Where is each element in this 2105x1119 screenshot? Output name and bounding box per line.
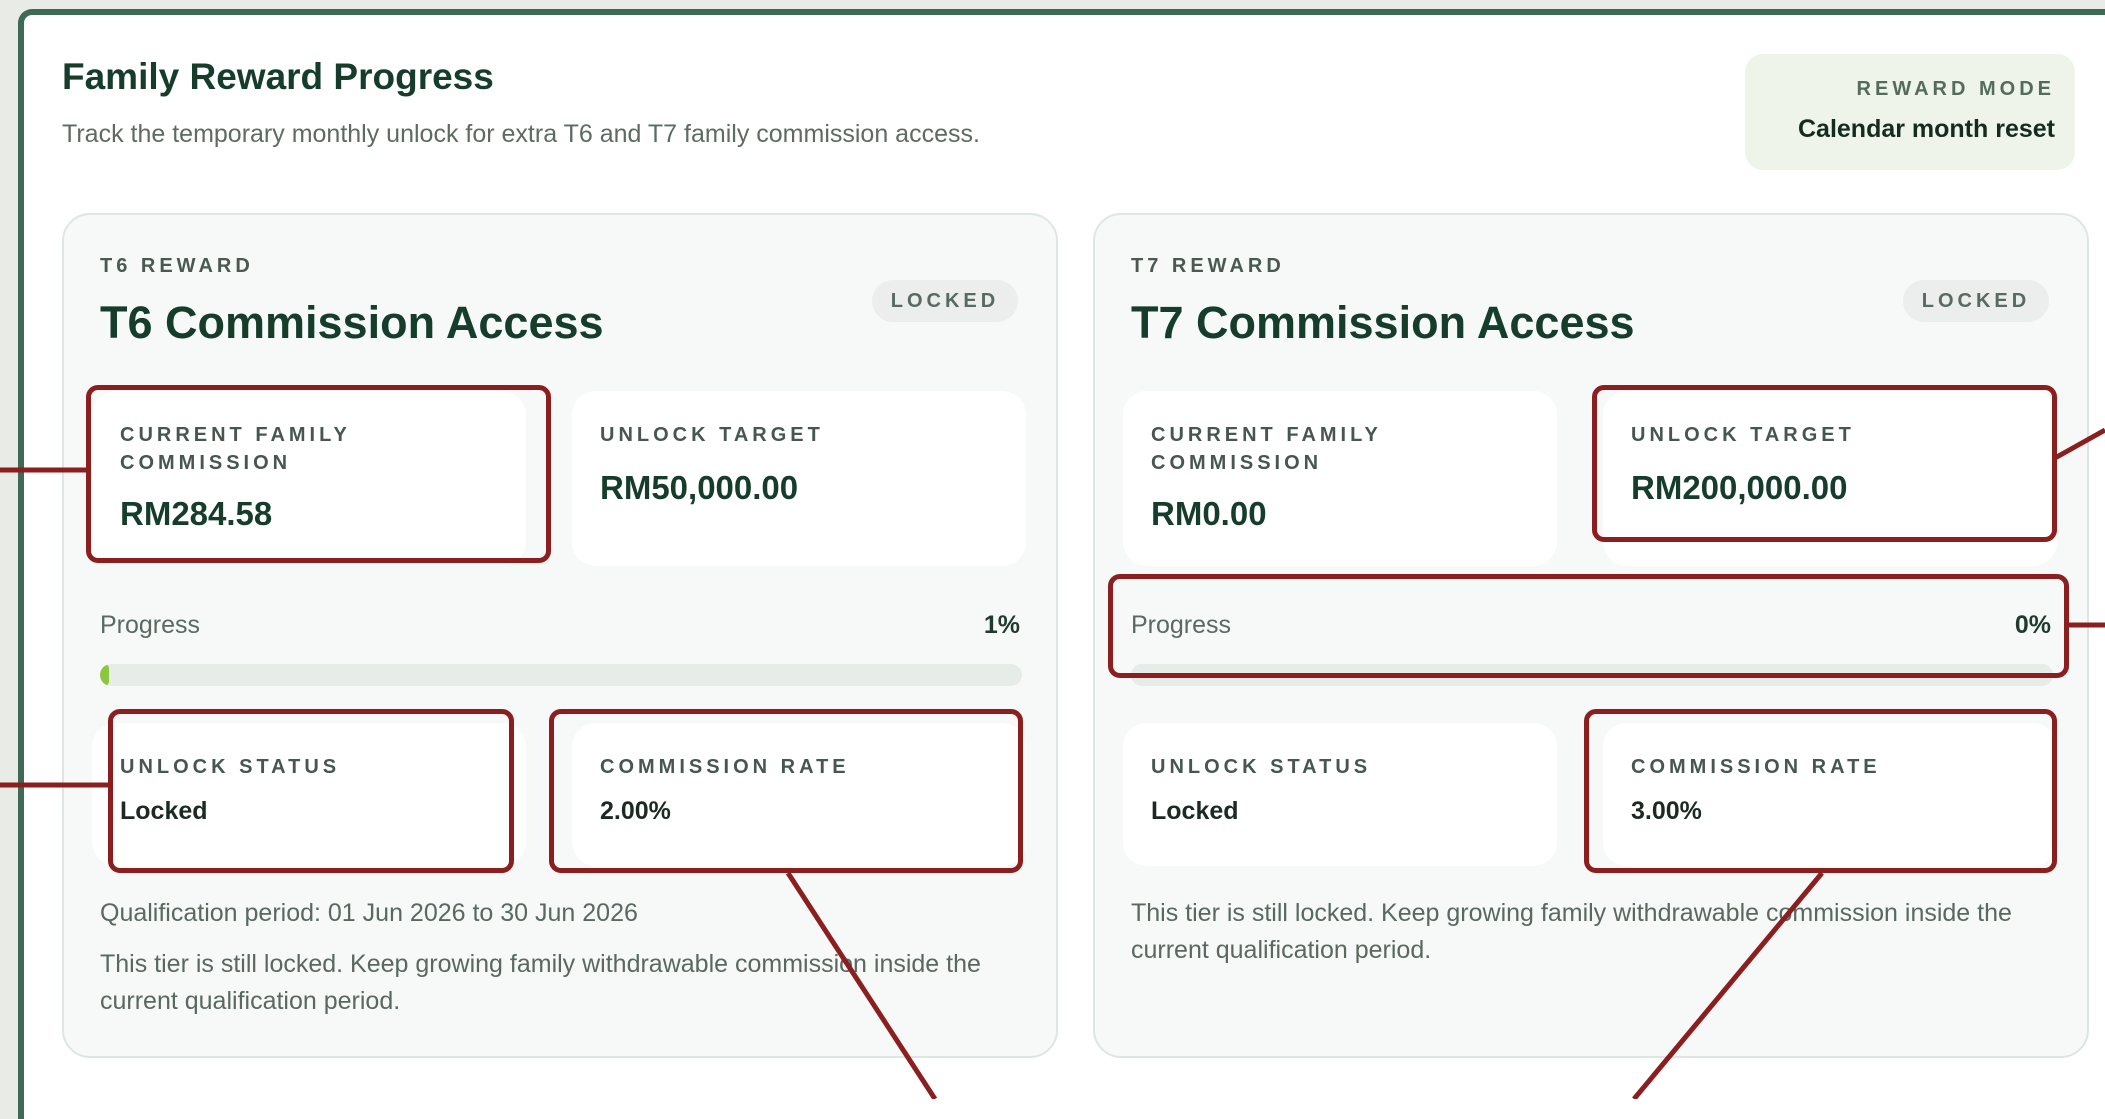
annotation-line	[785, 871, 938, 1099]
annotation-line	[1632, 871, 1824, 1099]
annotation-lines	[0, 427, 2105, 1099]
annotation-line	[2053, 427, 2105, 461]
